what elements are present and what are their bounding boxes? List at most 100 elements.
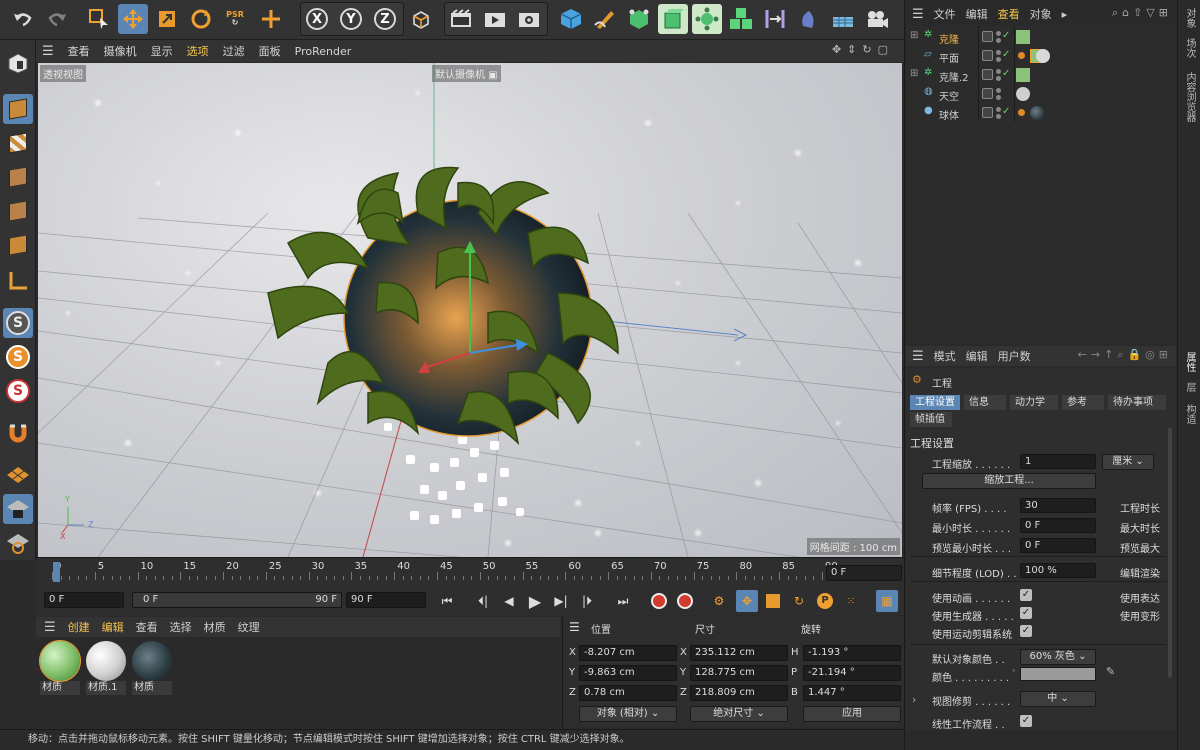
autokey-icon[interactable] <box>674 590 696 612</box>
end-frame-field[interactable]: 90 F <box>346 592 426 608</box>
scale-tool-icon[interactable] <box>152 4 182 34</box>
hamburger-icon[interactable]: ☰ <box>44 620 56 635</box>
project-scale-field[interactable]: 1 <box>1020 454 1096 469</box>
size-z-field[interactable]: 218.809 cm <box>690 685 788 701</box>
move-tool-icon[interactable] <box>118 4 148 34</box>
tab-todo[interactable]: 待办事项 <box>1108 395 1166 410</box>
model-mode-icon[interactable] <box>3 94 33 124</box>
material-menu-create[interactable]: 创建 <box>68 619 90 635</box>
polygon-mode-icon[interactable] <box>3 230 33 260</box>
position-x-field[interactable]: -8.207 cm <box>579 645 677 661</box>
go-to-start-icon[interactable]: ⏮ <box>436 590 458 612</box>
enabled-check-icon[interactable]: ✓ <box>1002 106 1010 117</box>
expand-view-clip-icon[interactable]: › <box>912 693 916 706</box>
quantize-icon[interactable]: S <box>3 376 33 406</box>
hamburger-icon[interactable]: ☰ <box>912 349 924 364</box>
more-menu-icon[interactable]: ▸ <box>1062 8 1068 21</box>
hamburger-icon[interactable]: ☰ <box>42 44 54 59</box>
use-generators-checkbox[interactable]: ✓ <box>1020 607 1032 619</box>
apply-button[interactable]: 应用 <box>803 706 901 722</box>
object-menu-objects[interactable]: 对象 <box>1030 6 1052 22</box>
view-clip-dropdown[interactable]: 中 ⌄ <box>1020 691 1096 707</box>
position-z-field[interactable]: 0.78 cm <box>579 685 677 701</box>
key-parameter-icon[interactable]: P <box>814 590 836 612</box>
locked-workplane-icon[interactable] <box>3 494 33 524</box>
planar-workplane-icon[interactable] <box>3 528 33 558</box>
viewport-menu-cameras[interactable]: 摄像机 <box>104 43 137 59</box>
record-keys-icon[interactable] <box>648 590 670 612</box>
rotation-h-field[interactable]: -1.193 ° <box>803 645 901 661</box>
material-menu-view[interactable]: 查看 <box>136 619 158 635</box>
layer-checkbox[interactable] <box>982 107 993 118</box>
object-menu-file[interactable]: 文件 <box>934 6 956 22</box>
material-tag-icon[interactable] <box>1036 49 1050 63</box>
viewport-menu-filter[interactable]: 过滤 <box>223 43 245 59</box>
undo-icon[interactable] <box>8 4 38 34</box>
attribute-scrollbar[interactable] <box>1168 428 1172 678</box>
magnet-icon[interactable] <box>3 418 33 448</box>
material-tag-icon[interactable] <box>1030 106 1044 120</box>
rotation-p-field[interactable]: -21.194 ° <box>803 665 901 681</box>
next-key-icon[interactable]: |⏵ <box>576 590 598 612</box>
material-item[interactable]: 材质 <box>39 640 81 697</box>
layer-checkbox[interactable] <box>982 31 993 42</box>
generator-icon[interactable] <box>658 4 688 34</box>
tab-references[interactable]: 参考 <box>1062 395 1104 410</box>
min-time-field[interactable]: 0 F <box>1020 518 1096 533</box>
play-icon[interactable]: ▶ <box>524 590 546 612</box>
camera-icon[interactable] <box>862 4 892 34</box>
tab-takes[interactable]: 场次 <box>1182 38 1197 58</box>
key-scale-icon[interactable] <box>762 590 784 612</box>
start-frame-field[interactable]: 0 F <box>44 592 124 608</box>
object-name[interactable]: 克隆.2 <box>939 69 969 84</box>
hamburger-icon[interactable]: ☰ <box>569 620 580 634</box>
object-name[interactable]: 克隆 <box>939 31 959 46</box>
eyedropper-icon[interactable]: ✎ <box>1106 665 1115 678</box>
object-row-plane[interactable]: ▱ 平面 ✓ <box>906 47 1176 66</box>
object-menu-view[interactable]: 查看 <box>998 6 1020 22</box>
tab-dynamics[interactable]: 动力学 <box>1010 395 1058 410</box>
frame-ruler[interactable]: 051015202530354045505560657075808590 <box>52 560 838 584</box>
deformer-icon[interactable] <box>760 4 790 34</box>
material-menu-texture[interactable]: 纹理 <box>238 619 260 635</box>
coordinate-system-icon[interactable] <box>406 4 436 34</box>
point-mode-icon[interactable] <box>3 162 33 192</box>
previous-frame-icon[interactable]: ◀ <box>498 590 520 612</box>
viewport-menu-options[interactable]: 选项 <box>187 43 209 59</box>
enabled-check-icon[interactable]: ✓ <box>1002 30 1010 41</box>
viewport-menu-display[interactable]: 显示 <box>151 43 173 59</box>
object-row-cloner[interactable]: ⊞ ✲ 克隆 ✓ <box>906 28 1176 47</box>
tab-info[interactable]: 信息 <box>964 395 1006 410</box>
x-axis-icon[interactable]: X <box>302 4 332 34</box>
hamburger-icon[interactable]: ☰ <box>912 7 924 22</box>
enabled-check-icon[interactable]: ✓ <box>1002 49 1010 60</box>
material-tag-icon[interactable] <box>1016 68 1030 82</box>
render-region-icon[interactable] <box>446 4 476 34</box>
floor-icon[interactable] <box>828 4 858 34</box>
attr-menu-user-data[interactable]: 用户数据 <box>998 348 1030 364</box>
viewport[interactable]: 透视视图 默认摄像机 ▣ 网格间距 : 100 cm Y Z X <box>38 63 902 557</box>
viewport-menu-prorender[interactable]: ProRender <box>295 45 352 58</box>
tab-project-settings[interactable]: 工程设置 <box>910 395 960 410</box>
material-tag-icon[interactable] <box>1016 30 1030 44</box>
snap-settings-icon[interactable]: S <box>3 342 33 372</box>
material-menu-select[interactable]: 选择 <box>170 619 192 635</box>
cube-icon[interactable] <box>556 4 586 34</box>
pen-icon[interactable] <box>590 4 620 34</box>
object-row-cloner-2[interactable]: ⊞ ✲ 克隆.2 ✓ <box>906 66 1176 85</box>
object-name[interactable]: 球体 <box>939 107 959 122</box>
tab-structure[interactable]: 构造 <box>1182 404 1197 424</box>
viewport-nav-icons[interactable]: ✥⇕↻▢ <box>832 43 894 56</box>
position-y-field[interactable]: -9.863 cm <box>579 665 677 681</box>
y-axis-icon[interactable]: Y <box>336 4 366 34</box>
material-tag-icon[interactable] <box>1016 87 1030 101</box>
lod-field[interactable]: 100 % <box>1020 563 1096 578</box>
key-rotation-icon[interactable]: ↻ <box>788 590 810 612</box>
enabled-check-icon[interactable]: ✓ <box>1002 68 1010 79</box>
attribute-nav-icons[interactable]: ←→↑⌕🔒◎⊞ <box>1078 348 1172 362</box>
color-swatch[interactable] <box>1020 667 1096 681</box>
fps-field[interactable]: 30 <box>1020 498 1096 513</box>
object-row-sphere[interactable]: ● 球体 ✓ <box>906 104 1176 123</box>
default-color-dropdown[interactable]: 60% 灰色 ⌄ <box>1020 649 1096 665</box>
tab-objects[interactable]: 对象 <box>1182 8 1197 28</box>
